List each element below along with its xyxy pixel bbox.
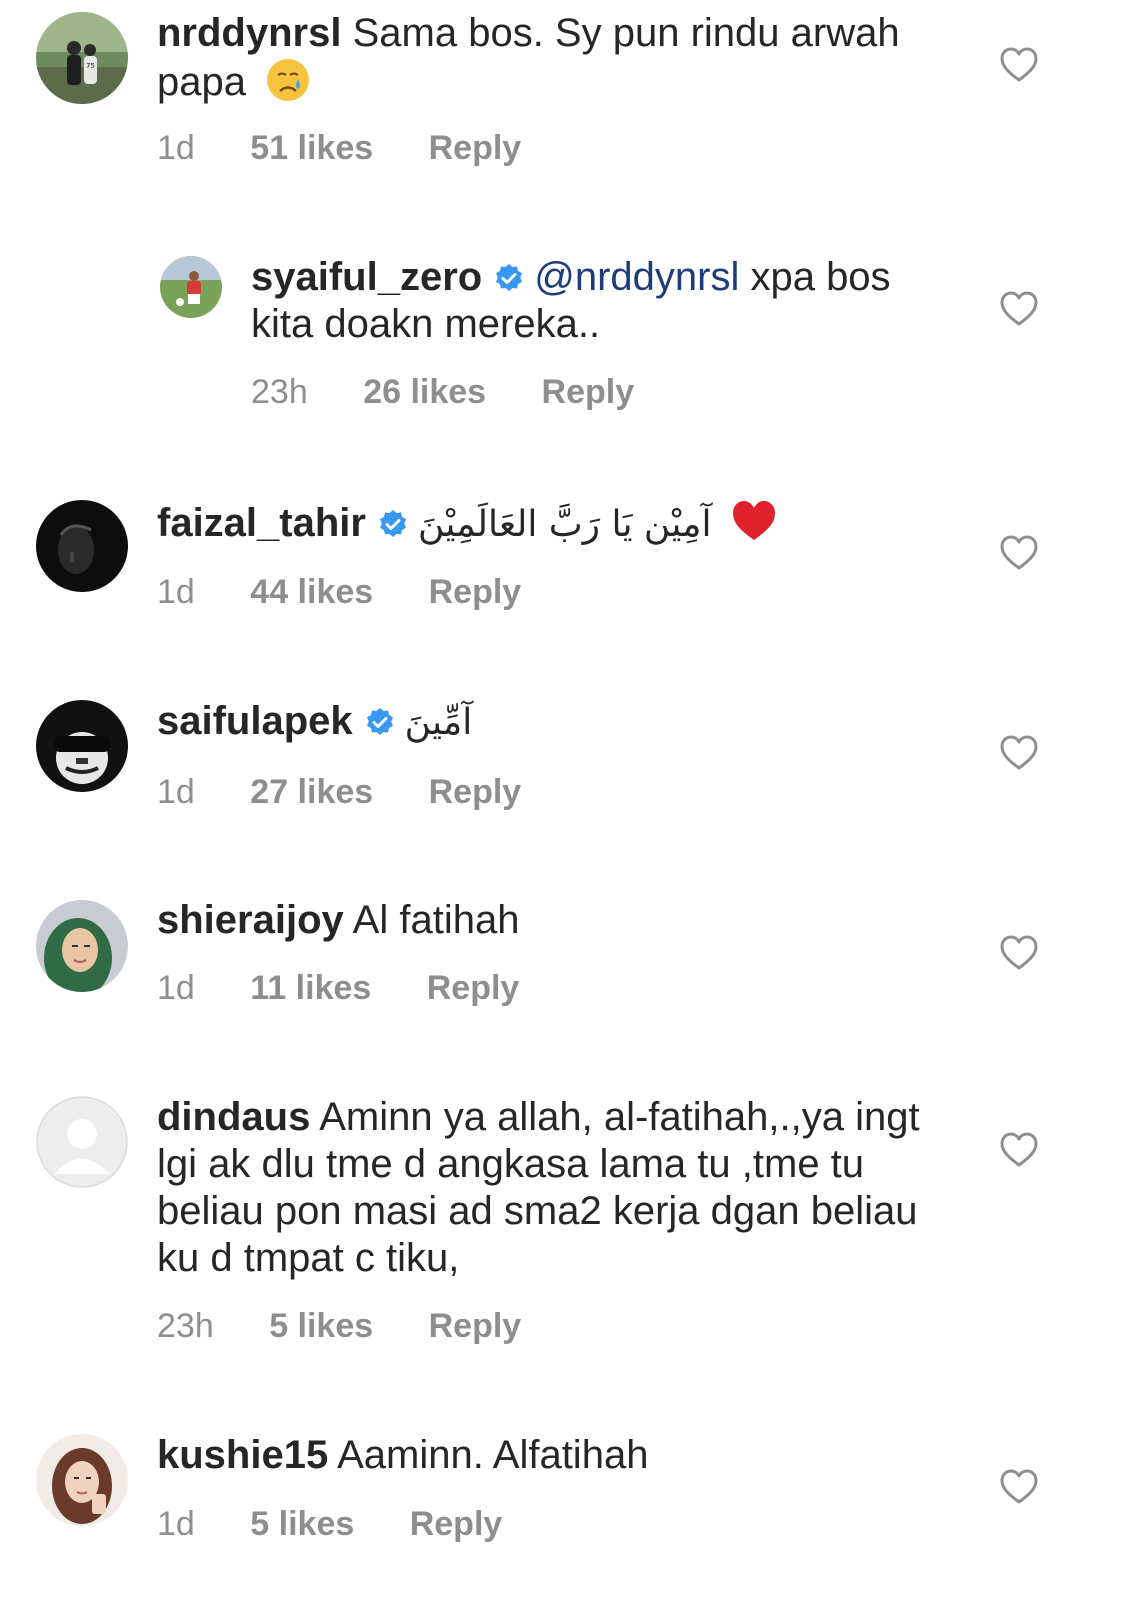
avatar[interactable] (36, 700, 128, 792)
reply-button[interactable]: Reply (542, 373, 635, 411)
reply-button[interactable]: Reply (429, 573, 522, 611)
comment-username[interactable]: dindaus (157, 1095, 310, 1139)
comment-time: 1d (157, 129, 195, 167)
svg-text:75: 75 (86, 62, 95, 70)
comment-text: Aaminn. Alfatihah (337, 1433, 649, 1477)
crying-face-emoji (265, 57, 311, 103)
comment-likes[interactable]: 27 likes (250, 773, 373, 811)
comment-time: 1d (157, 573, 195, 611)
comment-likes[interactable]: 11 likes (250, 969, 371, 1007)
comment-username[interactable]: shieraijoy (157, 898, 344, 942)
red-heart-emoji (731, 498, 777, 544)
avatar[interactable] (36, 1096, 128, 1188)
comment-time: 1d (157, 773, 195, 811)
comment-likes[interactable]: 5 likes (269, 1307, 373, 1345)
avatar[interactable] (36, 1434, 128, 1526)
like-heart-icon[interactable] (1000, 935, 1038, 971)
comment-likes[interactable]: 5 likes (250, 1505, 354, 1543)
comment-likes[interactable]: 26 likes (363, 373, 486, 411)
reply-button[interactable]: Reply (429, 1307, 522, 1345)
avatar[interactable] (160, 256, 222, 318)
comment-meta: 1d 44 likes Reply (157, 572, 567, 612)
reply-button[interactable]: Reply (427, 969, 520, 1007)
comment-time: 23h (251, 373, 308, 411)
comment-body: saifulapek آمِّينَ (157, 698, 957, 746)
verified-badge-icon (378, 509, 408, 539)
comment-text: Al fatihah (352, 898, 520, 942)
reply-button[interactable]: Reply (410, 1505, 503, 1543)
like-heart-icon[interactable] (1000, 291, 1038, 327)
comment-mention-link[interactable]: @nrddynrsl (534, 255, 739, 299)
comment-likes[interactable]: 44 likes (250, 573, 373, 611)
comment-body: kushie15 Aaminn. Alfatihah (157, 1432, 957, 1479)
like-heart-icon[interactable] (1000, 735, 1038, 771)
comment-meta: 1d 51 likes Reply (157, 128, 567, 168)
avatar[interactable] (36, 500, 128, 592)
like-heart-icon[interactable] (1000, 47, 1038, 83)
comment-body: nrddynrsl Sama bos. Sy pun rindu arwah p… (157, 10, 957, 106)
comment-username[interactable]: nrddynrsl (157, 11, 341, 55)
comment-text: آمِيْن يَا رَبَّ العَالَمِيْنَ (417, 504, 712, 545)
reply-button[interactable]: Reply (429, 773, 522, 811)
comment-time: 1d (157, 1505, 195, 1543)
comment-username[interactable]: kushie15 (157, 1433, 328, 1477)
verified-badge-icon (494, 263, 524, 293)
comment-time: 1d (157, 969, 195, 1007)
like-heart-icon[interactable] (1000, 535, 1038, 571)
reply-button[interactable]: Reply (429, 129, 522, 167)
like-heart-icon[interactable] (1000, 1132, 1038, 1168)
comment-meta: 1d 27 likes Reply (157, 772, 567, 812)
avatar[interactable]: 75 (36, 12, 128, 104)
verified-badge-icon (365, 707, 395, 737)
comment-meta: 1d 11 likes Reply (157, 968, 565, 1008)
comment-body: shieraijoy Al fatihah (157, 897, 957, 944)
comment-meta: 1d 5 likes Reply (157, 1504, 548, 1544)
comment-username[interactable]: syaiful_zero (251, 255, 482, 299)
comment-username[interactable]: saifulapek (157, 699, 353, 743)
comment-body: dindaus Aminn ya allah, al-fatihah,.,ya … (157, 1094, 947, 1282)
comment-username[interactable]: faizal_tahir (157, 501, 366, 545)
comment-likes[interactable]: 51 likes (250, 129, 373, 167)
comment-body: syaiful_zero @nrddynrsl xpa bos kita doak… (251, 254, 951, 348)
comment-body: faizal_tahir آمِيْن يَا رَبَّ العَالَمِيْ… (157, 498, 957, 548)
avatar[interactable] (36, 900, 128, 992)
like-heart-icon[interactable] (1000, 1469, 1038, 1505)
comment-time: 23h (157, 1307, 214, 1345)
comment-meta: 23h 26 likes Reply (251, 372, 680, 412)
comment-meta: 23h 5 likes Reply (157, 1306, 567, 1346)
comment-text: آمِّينَ (404, 702, 473, 743)
